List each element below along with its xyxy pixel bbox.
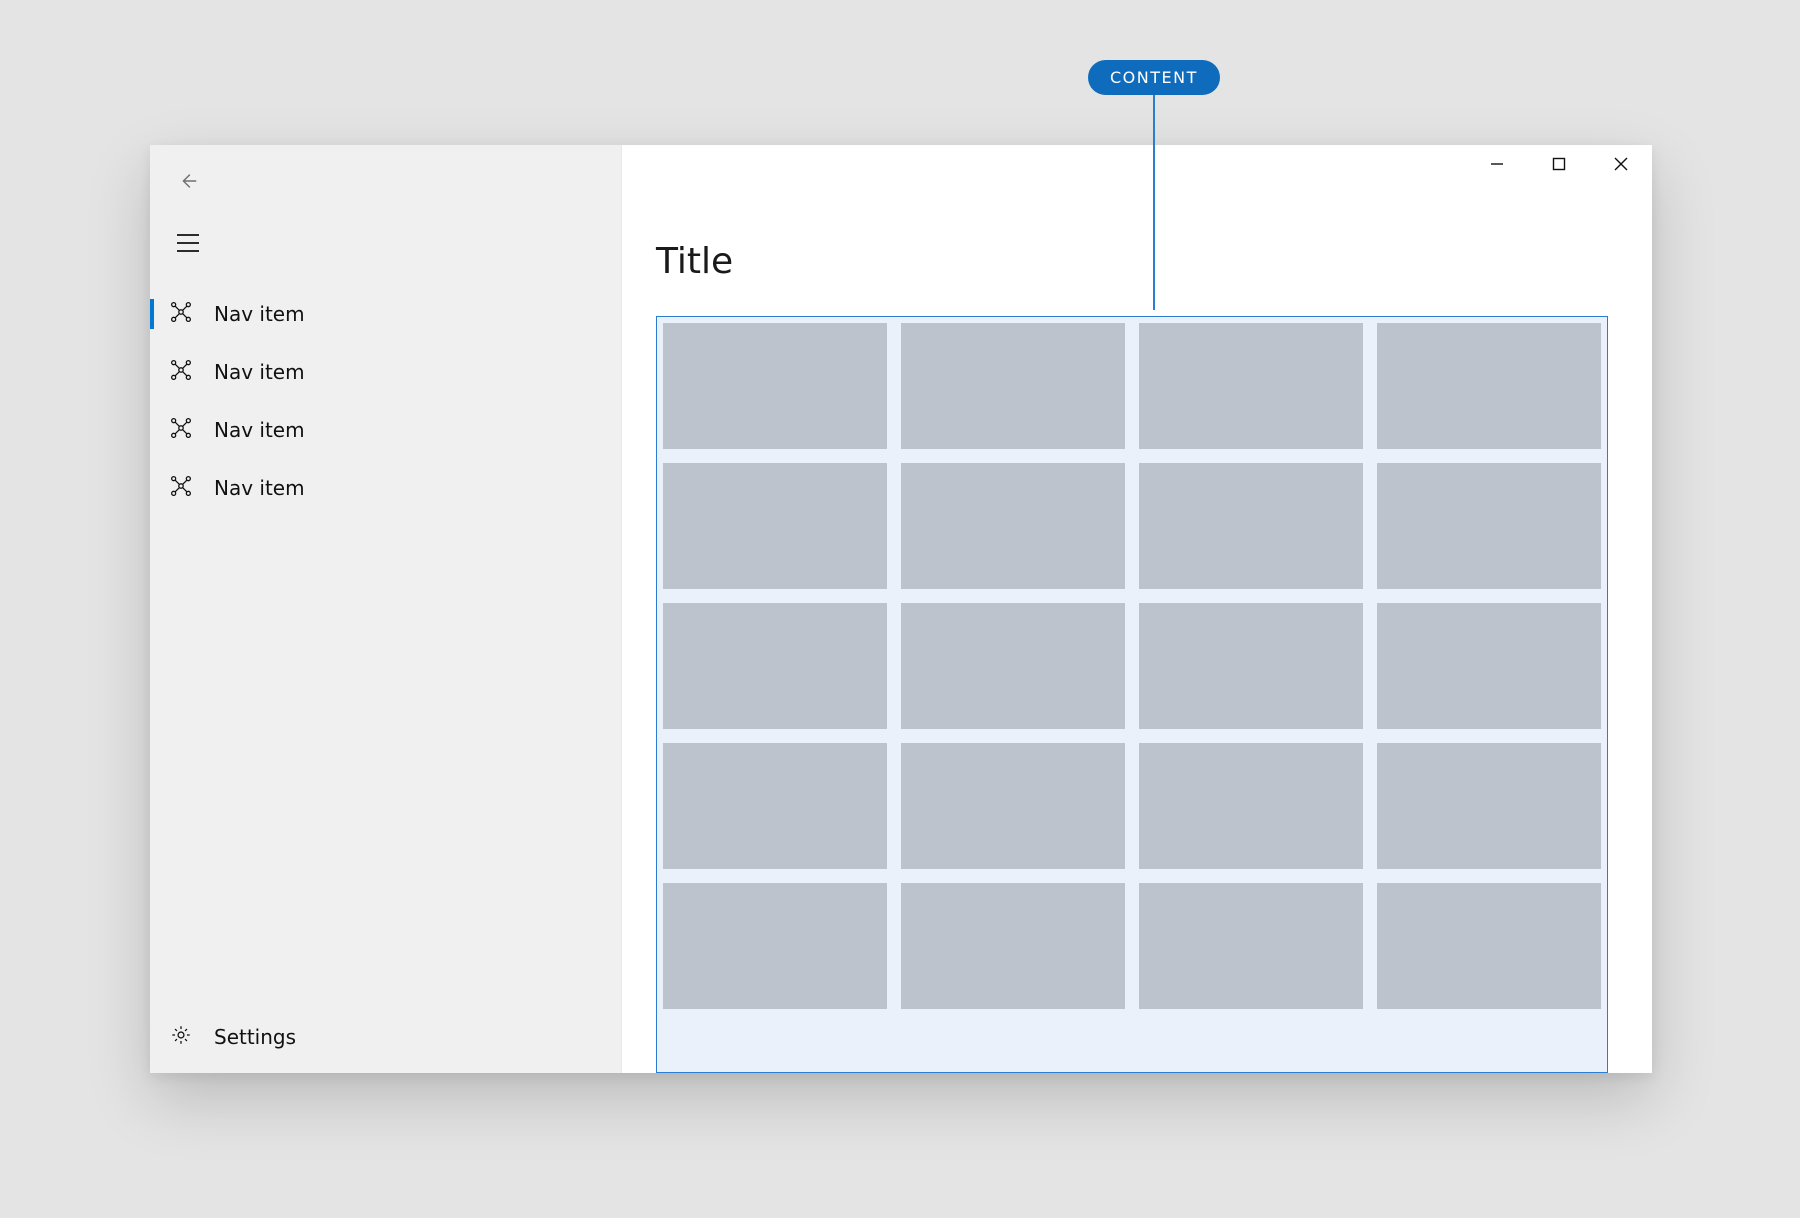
hamburger-icon xyxy=(176,233,200,257)
content-tile[interactable] xyxy=(663,883,887,1009)
content-grid-outline xyxy=(656,316,1608,1073)
nav-item-3[interactable]: Nav item xyxy=(150,459,621,517)
settings-button[interactable]: Settings xyxy=(150,1007,621,1067)
annotation-callout: CONTENT xyxy=(1088,60,1220,310)
back-button[interactable] xyxy=(158,153,218,213)
gear-icon xyxy=(170,1024,192,1051)
content-tile[interactable] xyxy=(663,743,887,869)
nav-placeholder-icon xyxy=(170,475,192,502)
nav-placeholder-icon xyxy=(170,301,192,328)
content-tile[interactable] xyxy=(901,463,1125,589)
arrow-left-icon xyxy=(177,170,199,196)
nav-item-label: Nav item xyxy=(214,476,305,500)
minimize-button[interactable] xyxy=(1466,145,1528,185)
content-tile[interactable] xyxy=(1139,883,1363,1009)
nav-placeholder-icon xyxy=(170,417,192,444)
annotation-pill: CONTENT xyxy=(1088,60,1220,95)
nav-item-1[interactable]: Nav item xyxy=(150,343,621,401)
content-tile[interactable] xyxy=(901,323,1125,449)
maximize-button[interactable] xyxy=(1528,145,1590,185)
content-tile[interactable] xyxy=(901,743,1125,869)
content-tile[interactable] xyxy=(1377,323,1601,449)
nav-item-2[interactable]: Nav item xyxy=(150,401,621,459)
nav-item-label: Nav item xyxy=(214,360,305,384)
close-button[interactable] xyxy=(1590,145,1652,185)
content-tile[interactable] xyxy=(901,603,1125,729)
annotation-connector-line xyxy=(1153,95,1155,310)
content-tile[interactable] xyxy=(1377,883,1601,1009)
nav-item-0[interactable]: Nav item xyxy=(150,285,621,343)
nav-list: Nav item Nav item Nav item Nav item xyxy=(150,285,621,517)
nav-placeholder-icon xyxy=(170,359,192,386)
content-tile[interactable] xyxy=(1139,463,1363,589)
content-tile[interactable] xyxy=(1139,603,1363,729)
nav-item-label: Nav item xyxy=(214,418,305,442)
content-tile[interactable] xyxy=(1377,463,1601,589)
content-tile[interactable] xyxy=(901,883,1125,1009)
hamburger-button[interactable] xyxy=(158,215,218,275)
minimize-icon xyxy=(1490,156,1504,175)
close-icon xyxy=(1614,156,1628,175)
content-tile[interactable] xyxy=(1139,743,1363,869)
app-window: Nav item Nav item Nav item Nav item xyxy=(150,145,1652,1073)
sidebar: Nav item Nav item Nav item Nav item xyxy=(150,145,622,1073)
content-grid xyxy=(663,323,1601,1009)
maximize-icon xyxy=(1552,156,1566,175)
nav-item-label: Nav item xyxy=(214,302,305,326)
content-tile[interactable] xyxy=(1139,323,1363,449)
content-tile[interactable] xyxy=(663,603,887,729)
content-tile[interactable] xyxy=(663,463,887,589)
content-tile[interactable] xyxy=(1377,743,1601,869)
settings-label: Settings xyxy=(214,1025,296,1049)
content-tile[interactable] xyxy=(1377,603,1601,729)
content-tile[interactable] xyxy=(663,323,887,449)
